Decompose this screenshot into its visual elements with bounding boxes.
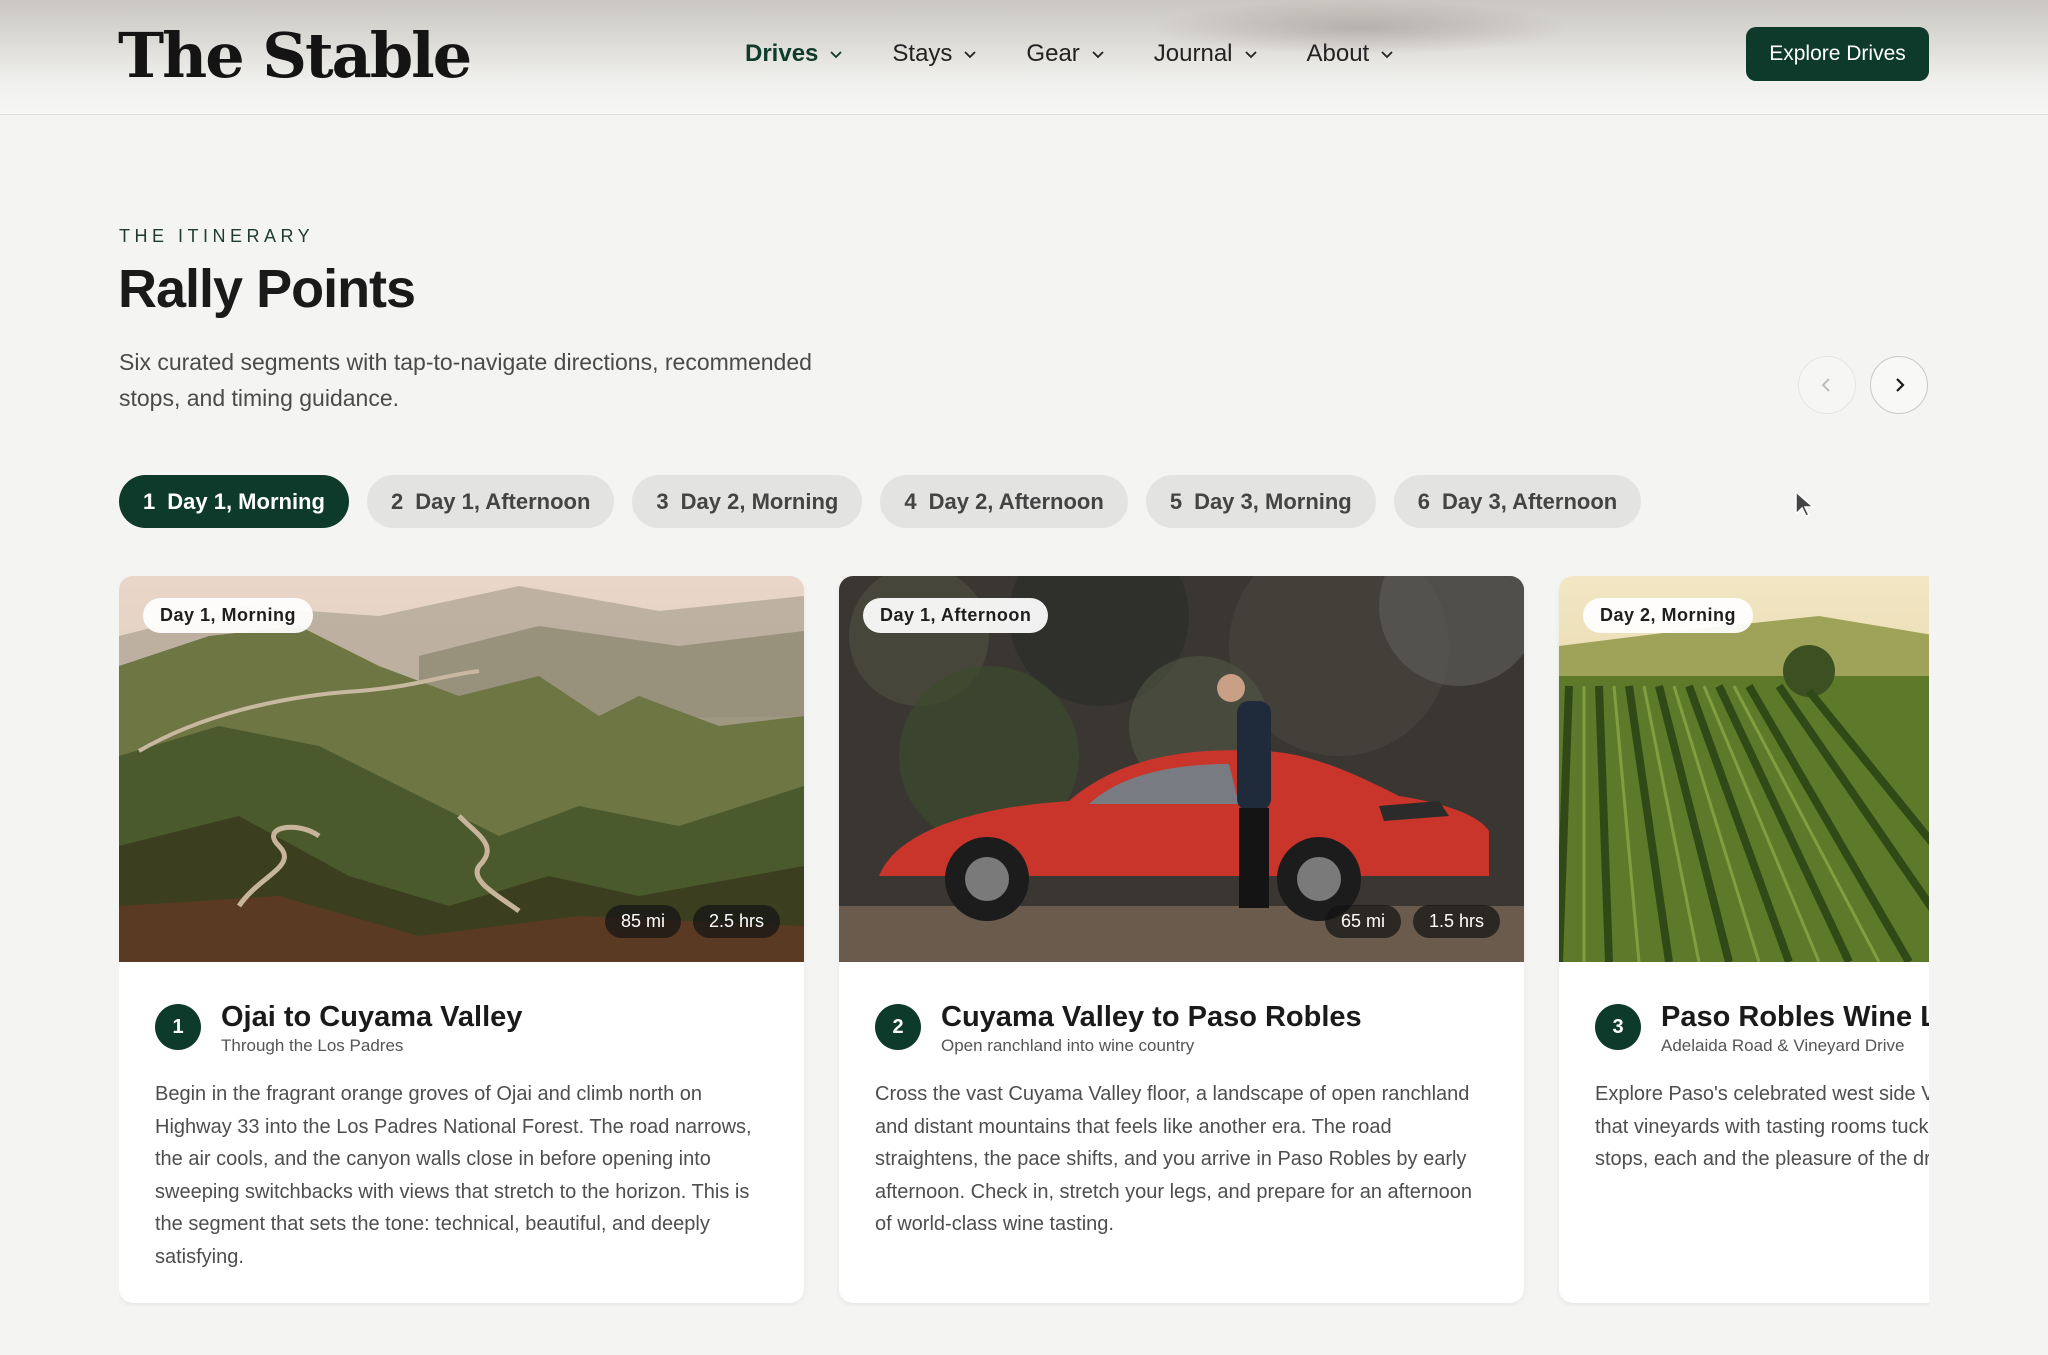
rally-point-card[interactable]: Day 2, Morning 3 Paso Robles Wine Lo Ade…: [1559, 576, 1929, 1303]
section-eyebrow: THE ITINERARY: [119, 226, 315, 246]
card-image-mountains: Day 1, Morning 85 mi 2.5 hrs: [119, 576, 804, 962]
carousel-next-button[interactable]: [1870, 356, 1928, 414]
chevron-left-icon: [1821, 378, 1830, 392]
tab-number: 4: [904, 488, 917, 514]
tab-number: 5: [1169, 488, 1183, 514]
card-time-badge: Day 1, Afternoon: [863, 598, 1049, 633]
tab-label: Day 1, Morning: [167, 488, 325, 514]
nav-item-about[interactable]: About: [1307, 34, 1396, 74]
duration-pill: 2.5 hrs: [692, 905, 780, 938]
card-stats: 85 mi 2.5 hrs: [604, 905, 780, 938]
card-stats: 65 mi 1.5 hrs: [1324, 905, 1500, 938]
card-subtitle: Adelaida Road & Vineyard Drive: [1661, 1036, 1905, 1055]
tab-number: 2: [390, 488, 404, 514]
nav-item-stays[interactable]: Stays: [892, 34, 978, 74]
card-number: 1: [155, 1004, 201, 1050]
distance-pill: 85 mi: [604, 905, 681, 938]
card-title: Ojai to Cuyama Valley: [221, 1001, 523, 1033]
nav-item-journal[interactable]: Journal: [1154, 34, 1259, 74]
chevron-right-icon: [1896, 378, 1905, 392]
distance-pill: 65 mi: [1324, 905, 1401, 938]
section-title: Rally Points: [118, 259, 416, 319]
chevron-down-icon: [830, 51, 843, 59]
tab-number: 3: [656, 488, 669, 514]
tab-day2-afternoon[interactable]: 4 Day 2, Afternoon: [880, 475, 1128, 528]
nav-label: Gear: [1026, 40, 1080, 67]
segment-tabs: 1 Day 1, Morning 2 Day 1, Afternoon 3 Da…: [119, 475, 1642, 528]
tab-label: Day 1, Afternoon: [415, 488, 591, 514]
tab-number: 1: [143, 488, 156, 514]
card-title: Cuyama Valley to Paso Robles: [941, 1001, 1362, 1033]
card-description: Explore Paso's celebrated west side Vine…: [1595, 1078, 1929, 1176]
card-desc-line: Explore Paso's celebrated west side Vine…: [1595, 1083, 1929, 1171]
section-subtitle: Six curated segments with tap-to-navigat…: [119, 349, 812, 411]
nav-label: Stays: [892, 40, 953, 67]
site-logo[interactable]: The Stable: [118, 20, 472, 92]
nav-label: About: [1306, 40, 1370, 67]
mouse-cursor-icon: [1795, 490, 1815, 517]
card-time-badge: Day 1, Morning: [143, 598, 314, 633]
tab-label: Day 3, Morning: [1194, 488, 1352, 514]
card-number: 2: [875, 1004, 921, 1050]
rally-point-carousel[interactable]: Day 1, Morning 85 mi 2.5 hrs 1 Ojai to C…: [119, 576, 1929, 1306]
card-image-vineyard: Day 2, Morning: [1559, 576, 1929, 962]
duration-pill: 1.5 hrs: [1412, 905, 1500, 938]
tab-number: 6: [1417, 488, 1430, 514]
nav-item-gear[interactable]: Gear: [1026, 34, 1105, 74]
tab-label: Day 2, Morning: [680, 488, 839, 514]
tab-day3-morning[interactable]: 5 Day 3, Morning: [1145, 475, 1376, 528]
chevron-down-icon: [1381, 51, 1393, 59]
card-image-red-car: Day 1, Afternoon 65 mi 1.5 hrs: [839, 576, 1524, 962]
nav-label: Journal: [1153, 40, 1233, 67]
site-header: The Stable Drives Stays Gear Journal Abo…: [0, 0, 2048, 115]
tab-day1-afternoon[interactable]: 2 Day 1, Afternoon: [366, 475, 615, 528]
card-title: Paso Robles Wine Lo: [1661, 1001, 1929, 1033]
tab-label: Day 3, Afternoon: [1442, 488, 1618, 514]
tab-day3-afternoon[interactable]: 6 Day 3, Afternoon: [1393, 475, 1642, 528]
tab-day1-morning[interactable]: 1 Day 1, Morning: [119, 475, 349, 528]
card-number: 3: [1595, 1004, 1641, 1050]
rally-point-card[interactable]: Day 1, Morning 85 mi 2.5 hrs 1 Ojai to C…: [119, 576, 804, 1303]
card-subtitle: Open ranchland into wine country: [941, 1036, 1195, 1055]
nav-label: Drives: [745, 40, 819, 67]
chevron-down-icon: [1092, 51, 1104, 59]
nav-item-drives[interactable]: Drives: [745, 34, 844, 74]
card-time-badge: Day 2, Morning: [1583, 598, 1754, 633]
rally-point-card[interactable]: Day 1, Afternoon 65 mi 1.5 hrs 2 Cuyama …: [839, 576, 1524, 1303]
card-description: Begin in the fragrant orange groves of O…: [155, 1083, 752, 1268]
tab-day2-morning[interactable]: 3 Day 2, Morning: [632, 475, 863, 528]
card-subtitle: Through the Los Padres: [221, 1036, 404, 1055]
explore-drives-button[interactable]: Explore Drives: [1746, 27, 1929, 81]
main-nav: Drives Stays Gear Journal About: [745, 34, 1443, 74]
card-description: Cross the vast Cuyama Valley floor, a la…: [875, 1083, 1473, 1236]
chevron-down-icon: [1244, 51, 1257, 59]
chevron-down-icon: [964, 51, 977, 59]
tab-label: Day 2, Afternoon: [928, 488, 1104, 514]
carousel-prev-button[interactable]: [1798, 356, 1856, 414]
